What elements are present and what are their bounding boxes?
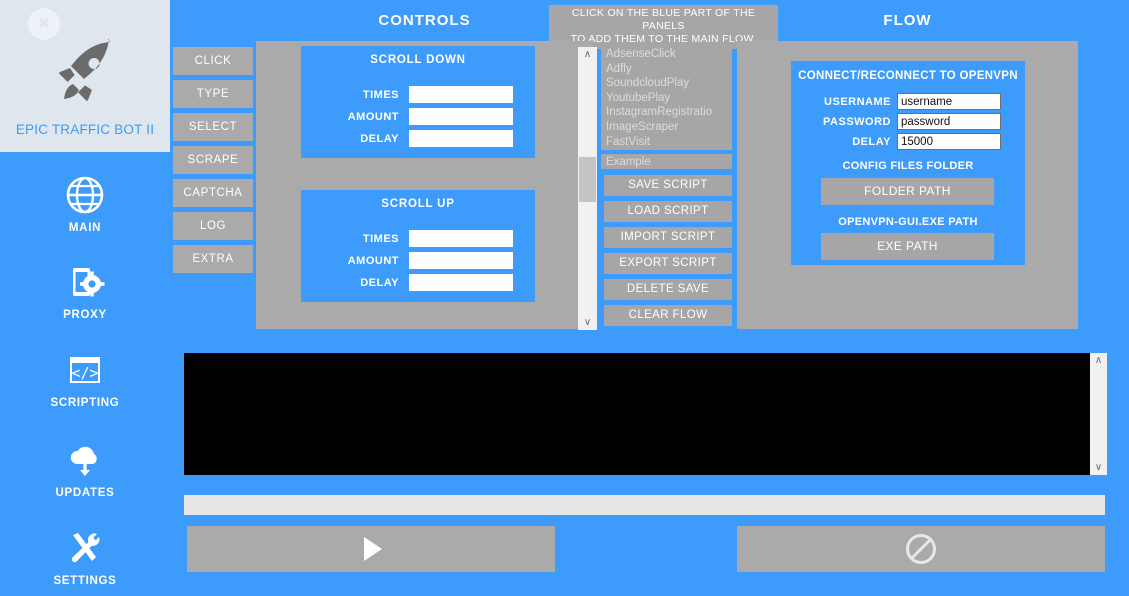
sidebar-item-label: PROXY xyxy=(63,309,107,321)
script-name-input[interactable] xyxy=(601,154,732,169)
scroll-up-delay-label: DELAY xyxy=(360,277,399,289)
sidebar-item-updates[interactable]: UPDATES xyxy=(0,440,170,499)
list-item[interactable]: InstagramRegistratio xyxy=(601,105,732,120)
scroll-down-amount-input[interactable] xyxy=(409,108,513,125)
controls-panel-title: CONTROLS xyxy=(378,12,471,29)
config-files-folder-title: CONFIG FILES FOLDER xyxy=(842,160,974,172)
scroll-down-delay-label: DELAY xyxy=(360,133,399,145)
flow-panel-title: FLOW xyxy=(883,12,932,29)
scroll-up-panel[interactable]: SCROLL UP TIMES AMOUNT DELAY xyxy=(301,190,535,302)
prohibition-icon xyxy=(906,534,936,564)
action-button-type[interactable]: TYPE xyxy=(173,80,253,108)
scroll-up-delay-input[interactable] xyxy=(409,274,513,291)
openvpn-password-input[interactable] xyxy=(897,113,1001,130)
action-button-scrape[interactable]: SCRAPE xyxy=(173,146,253,174)
script-list-scrollbar[interactable]: ∧ ∨ xyxy=(578,47,597,330)
list-item[interactable]: AdsenseClick xyxy=(601,47,732,62)
scroll-up-times-input[interactable] xyxy=(409,230,513,247)
sidebar-item-label: SCRIPTING xyxy=(50,397,120,409)
exe-path-button[interactable]: EXE PATH xyxy=(821,233,994,260)
play-icon xyxy=(364,537,382,561)
save-script-button[interactable]: SAVE SCRIPT xyxy=(604,175,732,196)
console-scroll-up-arrow-icon[interactable]: ∧ xyxy=(1090,353,1107,368)
export-script-button[interactable]: EXPORT SCRIPT xyxy=(604,253,732,274)
console-output xyxy=(184,353,1090,475)
folder-path-button[interactable]: FOLDER PATH xyxy=(821,178,994,205)
action-button-click[interactable]: CLICK xyxy=(173,47,253,75)
sidebar-item-label: MAIN xyxy=(68,222,102,234)
scroll-down-times-label: TIMES xyxy=(362,89,399,101)
scroll-down-amount-label: AMOUNT xyxy=(347,111,399,123)
openvpn-title: CONNECT/RECONNECT TO OPENVPN xyxy=(798,70,1018,82)
console-scrollbar[interactable]: ∧ ∨ xyxy=(1090,353,1107,475)
tools-icon xyxy=(71,533,100,563)
rocket-icon xyxy=(59,38,110,101)
clear-flow-button[interactable]: CLEAR FLOW xyxy=(604,305,732,326)
sidebar-item-label: SETTINGS xyxy=(53,575,117,587)
phone-gear-icon xyxy=(73,268,105,297)
list-item[interactable]: ImageScraper xyxy=(601,120,732,135)
openvpn-delay-input[interactable] xyxy=(897,133,1001,150)
openvpn-username-label: USERNAME xyxy=(824,96,891,108)
svg-text:</>: </> xyxy=(71,364,98,382)
hint-line-1: CLICK ON THE BLUE PART OF THE PANELS xyxy=(571,7,756,32)
close-icon[interactable]: ✖ xyxy=(28,8,60,40)
openvpn-exe-path-title: OPENVPN-GUI.EXE PATH xyxy=(838,216,978,228)
action-button-log[interactable]: LOG xyxy=(173,212,253,240)
scroll-up-amount-input[interactable] xyxy=(409,252,513,269)
list-item[interactable]: FastVisit xyxy=(601,135,732,150)
scroll-up-amount-label: AMOUNT xyxy=(347,255,399,267)
action-button-column: CLICK TYPE SELECT SCRAPE CAPTCHA LOG EXT… xyxy=(173,47,253,278)
sidebar: ✖ EPIC TRAFFIC BOT II MAIN PROXY </> SCR… xyxy=(0,0,170,596)
list-item[interactable]: SoundcloudPlay xyxy=(601,76,732,91)
action-button-captcha[interactable]: CAPTCHA xyxy=(173,179,253,207)
scroll-up-arrow-icon[interactable]: ∧ xyxy=(578,47,597,62)
scroll-up-title: SCROLL UP xyxy=(381,198,455,210)
sidebar-item-proxy[interactable]: PROXY xyxy=(0,262,170,321)
openvpn-delay-label: DELAY xyxy=(852,136,891,148)
sidebar-item-settings[interactable]: SETTINGS xyxy=(0,528,170,587)
load-script-button[interactable]: LOAD SCRIPT xyxy=(604,201,732,222)
globe-icon xyxy=(66,176,104,214)
script-list[interactable]: AdsenseClick Adfly SoundcloudPlay Youtub… xyxy=(601,47,732,150)
cloud-download-icon xyxy=(70,446,97,476)
openvpn-password-label: PASSWORD xyxy=(823,116,891,128)
scroll-down-times-input[interactable] xyxy=(409,86,513,103)
sidebar-header: ✖ EPIC TRAFFIC BOT II xyxy=(0,0,170,152)
run-button[interactable] xyxy=(187,526,555,572)
scroll-down-panel[interactable]: SCROLL DOWN TIMES AMOUNT DELAY xyxy=(301,46,535,158)
console-scroll-down-arrow-icon[interactable]: ∨ xyxy=(1090,460,1107,475)
scrollbar-thumb[interactable] xyxy=(579,157,596,202)
stop-button[interactable] xyxy=(737,526,1105,572)
openvpn-username-input[interactable] xyxy=(897,93,1001,110)
list-item[interactable]: Adfly xyxy=(601,62,732,77)
sidebar-item-label: UPDATES xyxy=(55,487,115,499)
list-item[interactable]: YoutubePlay xyxy=(601,91,732,106)
progress-bar xyxy=(184,495,1105,515)
openvpn-panel[interactable]: CONNECT/RECONNECT TO OPENVPN USERNAME PA… xyxy=(791,61,1025,265)
sidebar-item-scripting[interactable]: </> SCRIPTING xyxy=(0,350,170,409)
scroll-up-times-label: TIMES xyxy=(362,233,399,245)
action-button-select[interactable]: SELECT xyxy=(173,113,253,141)
scroll-down-title: SCROLL DOWN xyxy=(370,54,466,66)
action-button-extra[interactable]: EXTRA xyxy=(173,245,253,273)
script-button-column: SAVE SCRIPT LOAD SCRIPT IMPORT SCRIPT EX… xyxy=(604,175,732,331)
scroll-down-delay-input[interactable] xyxy=(409,130,513,147)
import-script-button[interactable]: IMPORT SCRIPT xyxy=(604,227,732,248)
scroll-down-arrow-icon[interactable]: ∨ xyxy=(578,315,597,330)
code-window-icon: </> xyxy=(70,357,100,383)
sidebar-item-main[interactable]: MAIN xyxy=(0,175,170,234)
app-title: EPIC TRAFFIC BOT II xyxy=(15,122,155,137)
delete-save-button[interactable]: DELETE SAVE xyxy=(604,279,732,300)
